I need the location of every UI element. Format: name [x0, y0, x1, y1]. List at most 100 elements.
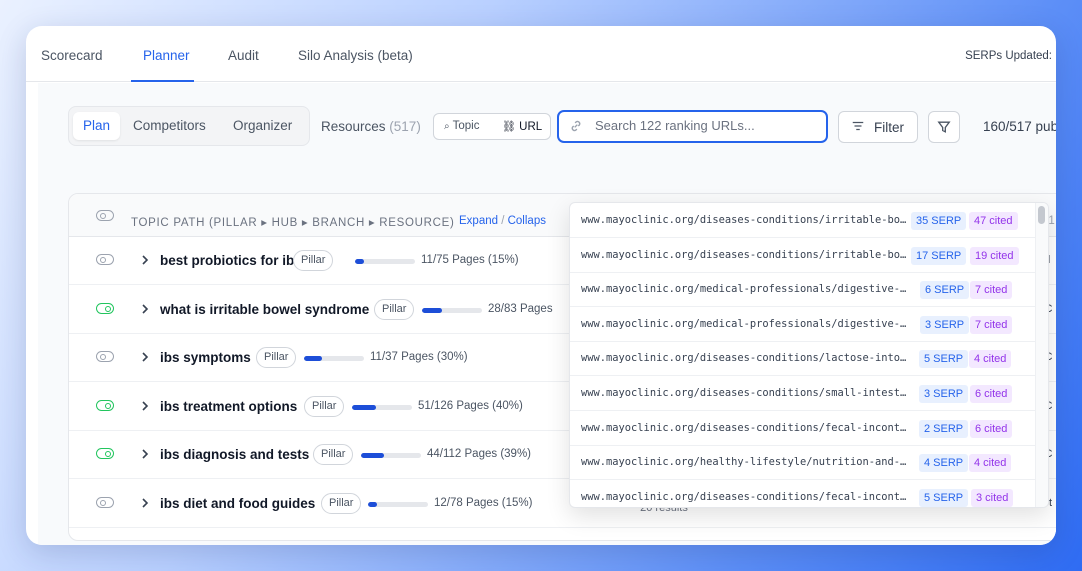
cited-count-badge: 6 cited [970, 419, 1013, 438]
collapse-link[interactable]: Collaps [508, 215, 546, 227]
serp-count-badge: 3 SERP [919, 385, 969, 403]
filter-button[interactable]: Filter [838, 111, 918, 143]
dropdown-url-item[interactable]: www.mayoclinic.org/medical-professionals… [570, 272, 1036, 308]
topic-url-toggle: ⌕ Topic ⛓ URL [433, 113, 551, 140]
url-search-dropdown: www.mayoclinic.org/diseases-conditions/i… [569, 202, 1049, 508]
dropdown-url-item[interactable]: www.mayoclinic.org/diseases-conditions/i… [570, 203, 1036, 238]
progress-bar [355, 259, 415, 264]
visibility-toggle-icon[interactable] [96, 254, 114, 265]
progress-bar [352, 404, 412, 410]
chevron-right-icon[interactable] [139, 396, 151, 415]
ranking-url: www.mayoclinic.org/medical-professionals… [581, 317, 909, 330]
serp-count-badge: 35 SERP [911, 212, 967, 230]
serp-count-badge: 6 SERP [920, 281, 970, 300]
planner-content: Plan Competitors Organizer Resources (51… [38, 83, 1056, 545]
pillar-tag: Pillar [313, 444, 354, 466]
tab-planner[interactable]: Planner [143, 48, 190, 63]
pages-progress-text: 28/83 Pages [488, 302, 553, 315]
url-search-box [557, 110, 828, 143]
progress-bar [422, 307, 482, 313]
cited-count-badge: 4 cited [969, 350, 1012, 369]
topic-name[interactable]: what is irritable bowel syndrome [160, 302, 369, 317]
ranking-url: www.mayoclinic.org/medical-professionals… [581, 283, 909, 296]
chevron-right-icon[interactable] [139, 299, 151, 318]
dropdown-url-item[interactable]: www.mayoclinic.org/diseases-conditions/i… [570, 238, 1036, 273]
toggle-all-icon[interactable] [96, 210, 114, 221]
top-nav: Scorecard Planner Audit Silo Analysis (b… [26, 26, 1056, 82]
pages-progress-text: 11/75 Pages (15%) [421, 254, 519, 266]
progress-bar [368, 502, 428, 507]
active-tab-underline [131, 80, 194, 82]
topic-name[interactable]: ibs symptoms [160, 350, 251, 365]
cited-count-badge: 3 cited [971, 488, 1014, 507]
pages-progress-text: 11/37 Pages (30%) [370, 351, 468, 364]
tab-audit[interactable]: Audit [228, 48, 259, 63]
toggle-topic[interactable]: ⌕ Topic [444, 120, 479, 132]
topic-name[interactable]: best probiotics for ibs [160, 253, 302, 268]
visibility-toggle-icon[interactable] [96, 448, 114, 460]
funnel-filter-button[interactable] [928, 111, 960, 143]
dropdown-url-item[interactable]: www.mayoclinic.org/diseases-conditions/f… [570, 411, 1036, 446]
segment-organizer[interactable]: Organizer [223, 112, 302, 140]
ranking-url: www.mayoclinic.org/diseases-conditions/s… [581, 387, 909, 399]
ranking-url: www.mayoclinic.org/diseases-conditions/f… [581, 490, 909, 503]
pillar-tag: Pillar [304, 395, 345, 417]
ranking-url: www.mayoclinic.org/diseases-conditions/f… [581, 421, 909, 434]
pillar-tag: Pillar [321, 493, 362, 514]
serps-updated-label: SERPs Updated: [965, 50, 1052, 62]
link-icon [569, 119, 583, 136]
url-search-input[interactable] [595, 118, 821, 133]
cited-count-badge: 7 cited [970, 315, 1013, 334]
pages-progress-text: 44/112 Pages (39%) [427, 448, 531, 461]
ranking-url: www.mayoclinic.org/diseases-conditions/i… [581, 214, 909, 226]
progress-bar [361, 453, 421, 459]
serp-count-badge: 5 SERP [919, 350, 969, 369]
ranking-url: www.mayoclinic.org/diseases-conditions/i… [581, 248, 909, 261]
dropdown-url-item[interactable]: www.mayoclinic.org/diseases-conditions/s… [570, 376, 1036, 411]
cited-count-badge: 7 cited [970, 281, 1013, 300]
segment-plan[interactable]: Plan [73, 112, 121, 140]
serp-count-badge: 4 SERP [919, 454, 969, 473]
visibility-toggle-icon[interactable] [96, 497, 114, 508]
funnel-icon [937, 121, 951, 137]
chevron-right-icon[interactable] [139, 493, 151, 512]
pages-progress-text: 12/78 Pages (15%) [434, 497, 533, 509]
ranking-url: www.mayoclinic.org/diseases-conditions/l… [581, 352, 909, 365]
visibility-toggle-icon[interactable] [96, 351, 114, 363]
serp-count-badge: 5 SERP [919, 488, 969, 507]
dropdown-url-item[interactable]: www.mayoclinic.org/medical-professionals… [570, 307, 1036, 342]
chevron-right-icon[interactable] [139, 347, 151, 366]
dropdown-url-item[interactable]: www.mayoclinic.org/diseases-conditions/f… [570, 480, 1036, 507]
visibility-toggle-icon[interactable] [96, 302, 114, 314]
tab-silo-analysis[interactable]: Silo Analysis (beta) [298, 48, 413, 63]
dropdown-url-item[interactable]: www.mayoclinic.org/diseases-conditions/l… [570, 341, 1036, 377]
published-count: 160/517 pub [983, 119, 1056, 134]
view-segmented-control: Plan Competitors Organizer [68, 106, 310, 146]
toggle-url[interactable]: ⛓ URL [502, 120, 542, 133]
serp-count-badge: 3 SERP [920, 315, 970, 334]
tab-scorecard[interactable]: Scorecard [41, 48, 103, 63]
segment-competitors[interactable]: Competitors [123, 112, 216, 140]
search-icon: ⌕ [444, 121, 450, 132]
topic-name[interactable]: ibs diagnosis and tests [160, 447, 309, 462]
cited-count-badge: 4 cited [969, 454, 1012, 473]
chevron-right-icon[interactable] [139, 250, 151, 269]
planner-card: Scorecard Planner Audit Silo Analysis (b… [26, 26, 1056, 545]
visibility-toggle-icon[interactable] [96, 399, 114, 411]
pillar-tag: Pillar [256, 347, 297, 369]
dropdown-url-item[interactable]: www.mayoclinic.org/healthy-lifestyle/nut… [570, 445, 1036, 481]
cited-count-badge: 19 cited [970, 246, 1019, 265]
resources-count: (517) [389, 119, 421, 134]
scrollbar-thumb[interactable] [1038, 206, 1045, 224]
sliders-icon [851, 119, 865, 136]
serp-count-badge: 17 SERP [911, 246, 967, 265]
expand-link[interactable]: Expand [459, 215, 498, 227]
dropdown-scrollbar[interactable] [1035, 203, 1048, 507]
cited-count-badge: 47 cited [969, 212, 1018, 230]
pillar-tag: Pillar [374, 298, 415, 320]
ranking-url: www.mayoclinic.org/healthy-lifestyle/nut… [581, 456, 909, 469]
serp-count-badge: 2 SERP [919, 419, 969, 438]
topic-name[interactable]: ibs diet and food guides [160, 496, 315, 511]
chevron-right-icon[interactable] [139, 444, 151, 463]
topic-name[interactable]: ibs treatment options [160, 399, 297, 414]
